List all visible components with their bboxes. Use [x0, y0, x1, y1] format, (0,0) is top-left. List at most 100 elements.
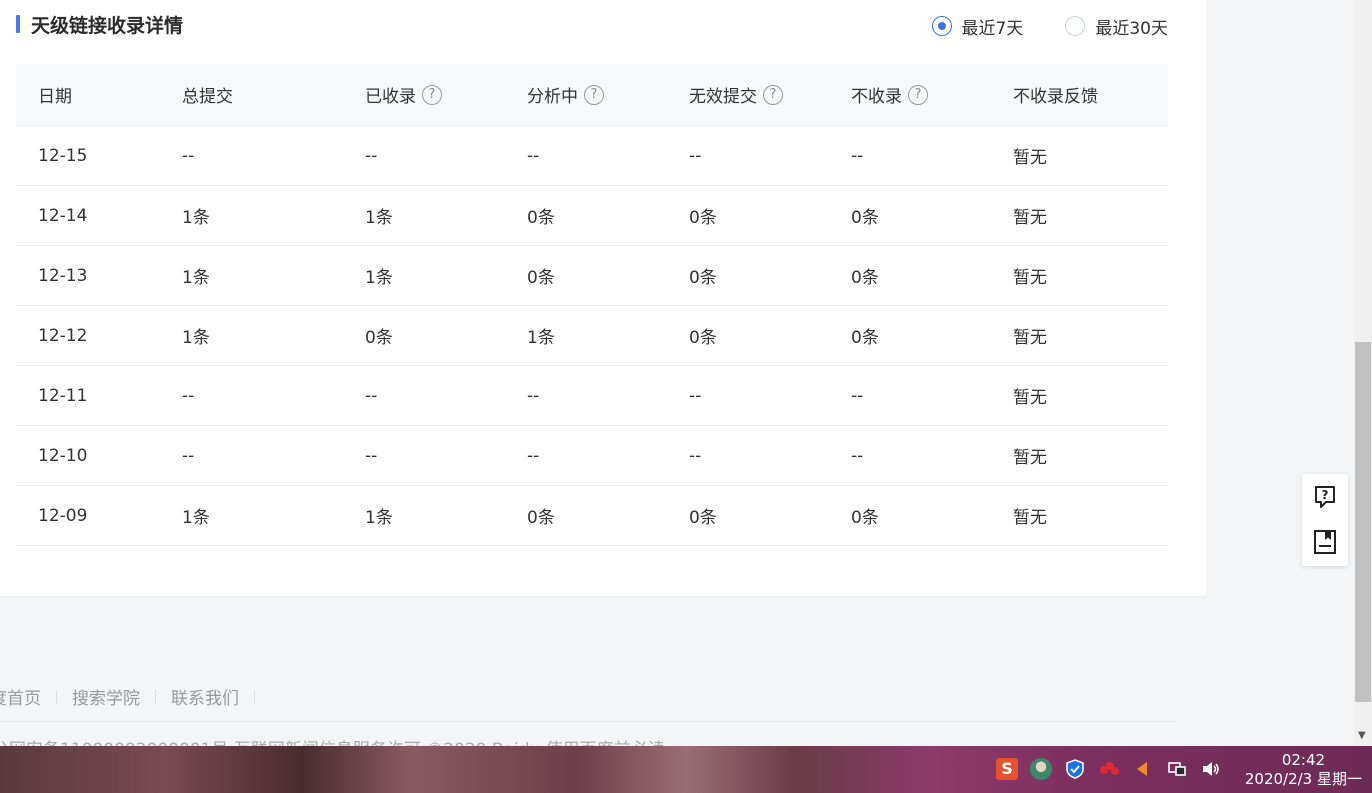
card-header: 天级链接收录详情 最近7天 最近30天 [16, 12, 1168, 42]
radio-button-selected[interactable] [931, 16, 952, 36]
header-label: 分析中 [527, 87, 578, 107]
cell-total: -- [182, 385, 195, 406]
cell-feedback: 暂无 [1013, 268, 1047, 288]
svg-text:?: ? [1322, 488, 1329, 502]
cell-total: -- [182, 445, 195, 466]
cell-total: 1条 [182, 268, 210, 288]
cell-date: 12-14 [38, 205, 88, 226]
help-icon[interactable]: ? [763, 84, 783, 105]
cell-feedback: 暂无 [1013, 328, 1047, 348]
header-not-indexed-feedback: 不收录反馈 [991, 82, 1168, 107]
orange-flag-icon[interactable] [1132, 758, 1154, 780]
cell-not-indexed: 0条 [851, 208, 879, 228]
footer-link-search-academy[interactable]: 搜索学院 [72, 684, 140, 709]
help-question-icon[interactable]: ? [1313, 484, 1337, 510]
help-icon[interactable]: ? [908, 84, 928, 105]
footer-divider [0, 721, 1176, 722]
table-row: 12-15 -- -- -- -- -- 暂无 [16, 126, 1168, 186]
cell-date: 12-15 [38, 145, 88, 166]
header-not-indexed: 不收录? [829, 82, 991, 107]
cell-analyzing: 0条 [527, 268, 555, 288]
cell-analyzing: 1条 [527, 328, 555, 348]
footer-separator [254, 689, 255, 704]
footer-link-contact[interactable]: 联系我们 [171, 684, 239, 709]
cell-feedback: 暂无 [1013, 388, 1047, 408]
radio-label-30-days: 最近30天 [1095, 18, 1168, 39]
cell-not-indexed: 0条 [851, 328, 879, 348]
cell-invalid: -- [689, 145, 702, 166]
sogou-ime-icon[interactable]: S [996, 758, 1018, 780]
page-scrollbar-thumb[interactable] [1355, 342, 1371, 702]
radio-last-7-days[interactable]: 最近7天 [931, 14, 1023, 39]
footer-links: 度首页 搜索学院 联系我们 [0, 684, 270, 709]
cell-indexed: -- [365, 385, 378, 406]
table-row: 12-09 1条 1条 0条 0条 0条 暂无 [16, 486, 1168, 546]
cell-feedback: 暂无 [1013, 148, 1047, 168]
header-label: 已收录 [365, 87, 416, 107]
cell-total: 1条 [182, 208, 210, 228]
header-label: 不收录 [851, 87, 902, 107]
cell-invalid: 0条 [689, 508, 717, 528]
cell-feedback: 暂无 [1013, 208, 1047, 228]
volume-icon[interactable] [1200, 758, 1222, 780]
radio-last-30-days[interactable]: 最近30天 [1065, 14, 1168, 39]
radio-button-unselected[interactable] [1065, 16, 1086, 36]
cell-indexed: 0条 [365, 328, 393, 348]
network-connection-icon[interactable] [1166, 758, 1188, 780]
cell-indexed: -- [365, 445, 378, 466]
range-radio-group: 最近7天 最近30天 [931, 12, 1168, 40]
cell-indexed: 1条 [365, 208, 393, 228]
system-tray: S [996, 758, 1222, 780]
cell-indexed: 1条 [365, 268, 393, 288]
header-label: 日期 [38, 87, 72, 107]
shield-security-icon[interactable] [1064, 758, 1086, 780]
cell-not-indexed: -- [851, 445, 864, 466]
scroll-down-arrow-icon[interactable]: ▼ [1358, 730, 1366, 741]
cell-analyzing: -- [527, 445, 540, 466]
footer-link-home[interactable]: 度首页 [0, 684, 41, 709]
help-icon[interactable]: ? [422, 84, 442, 105]
cell-total: -- [182, 145, 195, 166]
clock-time: 02:42 [1281, 751, 1326, 769]
help-icon[interactable]: ? [584, 84, 604, 105]
title-accent-bar [16, 15, 20, 33]
table-row: 12-11 -- -- -- -- -- 暂无 [16, 366, 1168, 426]
cell-invalid: 0条 [689, 268, 717, 288]
cell-date: 12-13 [38, 265, 88, 286]
header-label: 总提交 [182, 87, 233, 107]
cell-indexed: 1条 [365, 508, 393, 528]
windows-taskbar: S 02:42 2020/2/3 星期一 [0, 746, 1372, 793]
cell-analyzing: -- [527, 145, 540, 166]
header-label: 不收录反馈 [1013, 87, 1098, 107]
cell-total: 1条 [182, 508, 210, 528]
table-header: 日期 总提交 已收录? 分析中? 无效提交? 不收录? 不收录反馈 [16, 64, 1168, 126]
cell-total: 1条 [182, 328, 210, 348]
cell-invalid: -- [689, 385, 702, 406]
floating-toolbar: ? [1302, 474, 1348, 566]
cell-date: 12-09 [38, 505, 88, 526]
user-avatar-tray-icon[interactable] [1030, 758, 1052, 780]
network-dots-icon[interactable] [1098, 758, 1120, 780]
cell-feedback: 暂无 [1013, 508, 1047, 528]
cell-not-indexed: 0条 [851, 508, 879, 528]
cell-analyzing: -- [527, 385, 540, 406]
header-total-submitted: 总提交 [160, 82, 343, 107]
cell-not-indexed: 0条 [851, 268, 879, 288]
feedback-form-icon[interactable] [1313, 529, 1337, 555]
cell-not-indexed: -- [851, 145, 864, 166]
cell-not-indexed: -- [851, 385, 864, 406]
indexing-table: 日期 总提交 已收录? 分析中? 无效提交? 不收录? 不收录反馈 12-15 … [16, 64, 1168, 546]
cell-indexed: -- [365, 145, 378, 166]
header-indexed: 已收录? [343, 82, 505, 107]
header-invalid-submission: 无效提交? [667, 82, 829, 107]
cell-invalid: 0条 [689, 208, 717, 228]
table-row: 12-14 1条 1条 0条 0条 0条 暂无 [16, 186, 1168, 246]
taskbar-clock[interactable]: 02:42 2020/2/3 星期一 [1245, 751, 1362, 789]
table-row: 12-10 -- -- -- -- -- 暂无 [16, 426, 1168, 486]
cell-invalid: -- [689, 445, 702, 466]
cell-date: 12-11 [38, 385, 88, 406]
header-analyzing: 分析中? [505, 82, 667, 107]
footer-separator [155, 689, 156, 704]
table-row: 12-12 1条 0条 1条 0条 0条 暂无 [16, 306, 1168, 366]
cell-feedback: 暂无 [1013, 448, 1047, 468]
